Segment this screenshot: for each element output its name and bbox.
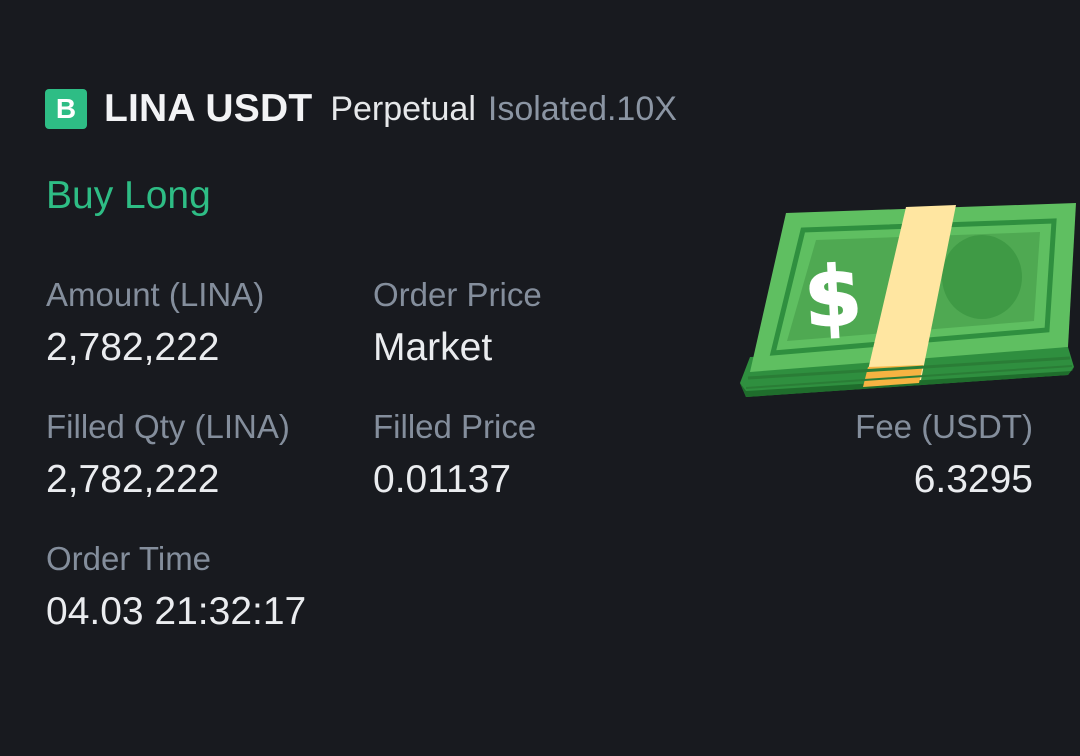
filled-price-label: Filled Price [373, 408, 537, 445]
fee-field: Fee (USDT) 6.3295 [855, 408, 1033, 502]
order-time-field: Order Time 04.03 21:32:17 [46, 540, 306, 634]
amount-field: Amount (LINA) 2,782,222 [46, 276, 264, 370]
b-badge-icon: B [45, 89, 87, 129]
amount-label: Amount (LINA) [46, 276, 265, 313]
order-header: B LINA USDT Perpetual Isolated.10X [45, 86, 677, 132]
order-time-label: Order Time [46, 540, 212, 577]
fee-value: 6.3295 [913, 458, 1033, 501]
trading-pair: LINA USDT [104, 87, 313, 130]
filled-qty-field: Filled Qty (LINA) 2,782,222 [46, 408, 290, 502]
fee-label: Fee (USDT) [855, 408, 1033, 445]
filled-qty-label: Filled Qty (LINA) [46, 408, 290, 445]
filled-price-field: Filled Price 0.01137 [373, 408, 536, 502]
amount-value: 2,782,222 [46, 326, 220, 369]
order-price-value: Market [373, 326, 493, 369]
money-stack-icon: $ [740, 203, 1076, 397]
contract-type: Perpetual [330, 89, 476, 128]
order-price-label: Order Price [373, 276, 542, 313]
order-time-value: 04.03 21:32:17 [46, 590, 307, 633]
svg-text:$: $ [802, 249, 864, 347]
filled-qty-value: 2,782,222 [46, 458, 220, 501]
order-side: Buy Long [46, 174, 211, 217]
order-price-field: Order Price Market [373, 276, 542, 370]
filled-price-value: 0.01137 [373, 458, 512, 501]
margin-mode: Isolated.10X [487, 89, 677, 128]
